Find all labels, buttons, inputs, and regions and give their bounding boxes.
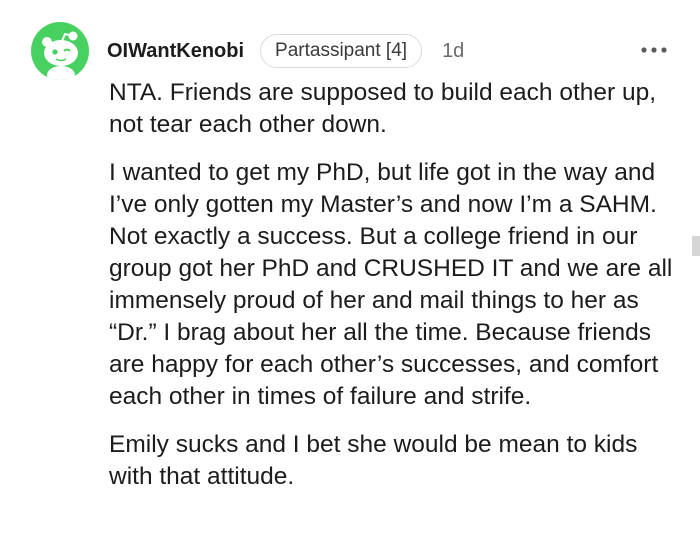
- comment-header: OIWantKenobi Partassipant [4] 1d: [107, 33, 464, 69]
- comment: OIWantKenobi Partassipant [4] 1d NTA. Fr…: [0, 0, 700, 553]
- snoo-avatar-icon: [42, 31, 78, 80]
- comment-body: NTA. Friends are supposed to build each …: [109, 77, 679, 509]
- comment-paragraph: I wanted to get my PhD, but life got in …: [109, 159, 673, 410]
- scrollbar-thumb[interactable]: [692, 236, 700, 256]
- user-flair-badge: Partassipant [4]: [260, 34, 423, 68]
- comment-timestamp[interactable]: 1d: [442, 40, 464, 63]
- avatar[interactable]: [31, 22, 89, 80]
- username-link[interactable]: OIWantKenobi: [107, 40, 244, 63]
- comment-paragraph: Emily sucks and I bet she would be mean …: [109, 431, 638, 490]
- comment-paragraph: NTA. Friends are supposed to build each …: [109, 79, 657, 138]
- more-options-button[interactable]: [638, 36, 670, 64]
- more-horizontal-icon: [641, 47, 667, 53]
